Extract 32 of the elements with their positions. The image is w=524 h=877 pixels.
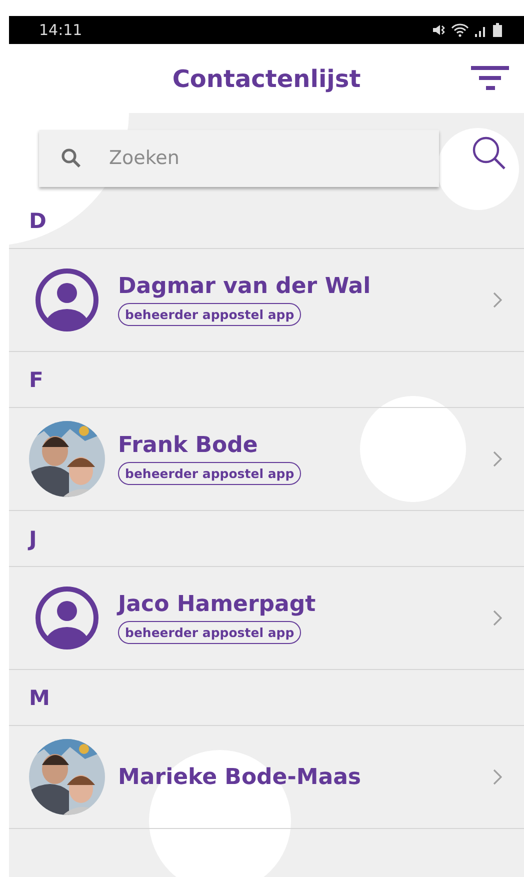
chevron-icon [493, 610, 502, 626]
contact-row[interactable]: Frank Bode beheerder appostel app [9, 408, 524, 511]
role-tag: beheerder appostel app [118, 303, 302, 326]
contact-name: Dagmar van der Wal [118, 274, 371, 299]
contact-name: Jaco Hamerpagt [118, 592, 316, 617]
mute-icon [432, 23, 446, 37]
search-button[interactable] [472, 136, 506, 170]
search-icon [472, 136, 506, 170]
chevron-icon [493, 769, 502, 785]
role-tag: beheerder appostel app [118, 621, 302, 644]
chevron-icon [493, 451, 502, 467]
section-letter: M [29, 686, 50, 710]
clock: 14:11 [39, 21, 82, 39]
section-letter: F [29, 368, 44, 392]
search-field[interactable]: Zoeken [39, 130, 439, 186]
contact-row[interactable]: Jaco Hamerpagt beheerder appostel app [9, 567, 524, 670]
section-letter: J [29, 526, 37, 550]
battery-icon [493, 23, 502, 37]
person-icon [35, 586, 99, 650]
person-icon [35, 268, 99, 332]
chevron-icon [493, 292, 502, 308]
contact-name: Marieke Bode-Maas [118, 764, 362, 790]
search-icon [61, 148, 81, 168]
contact-name: Frank Bode [118, 433, 258, 458]
contact-row[interactable]: Marieke Bode-Maas [9, 726, 524, 829]
wifi-icon [451, 23, 469, 37]
screen-title: Contactenlijst [172, 64, 361, 92]
role-tag: beheerder appostel app [118, 462, 302, 485]
section-letter: D [29, 208, 46, 232]
filter-icon [471, 66, 509, 92]
filter-button[interactable] [471, 66, 509, 92]
contact-row[interactable]: Dagmar van der Wal beheerder appostel app [9, 249, 524, 352]
